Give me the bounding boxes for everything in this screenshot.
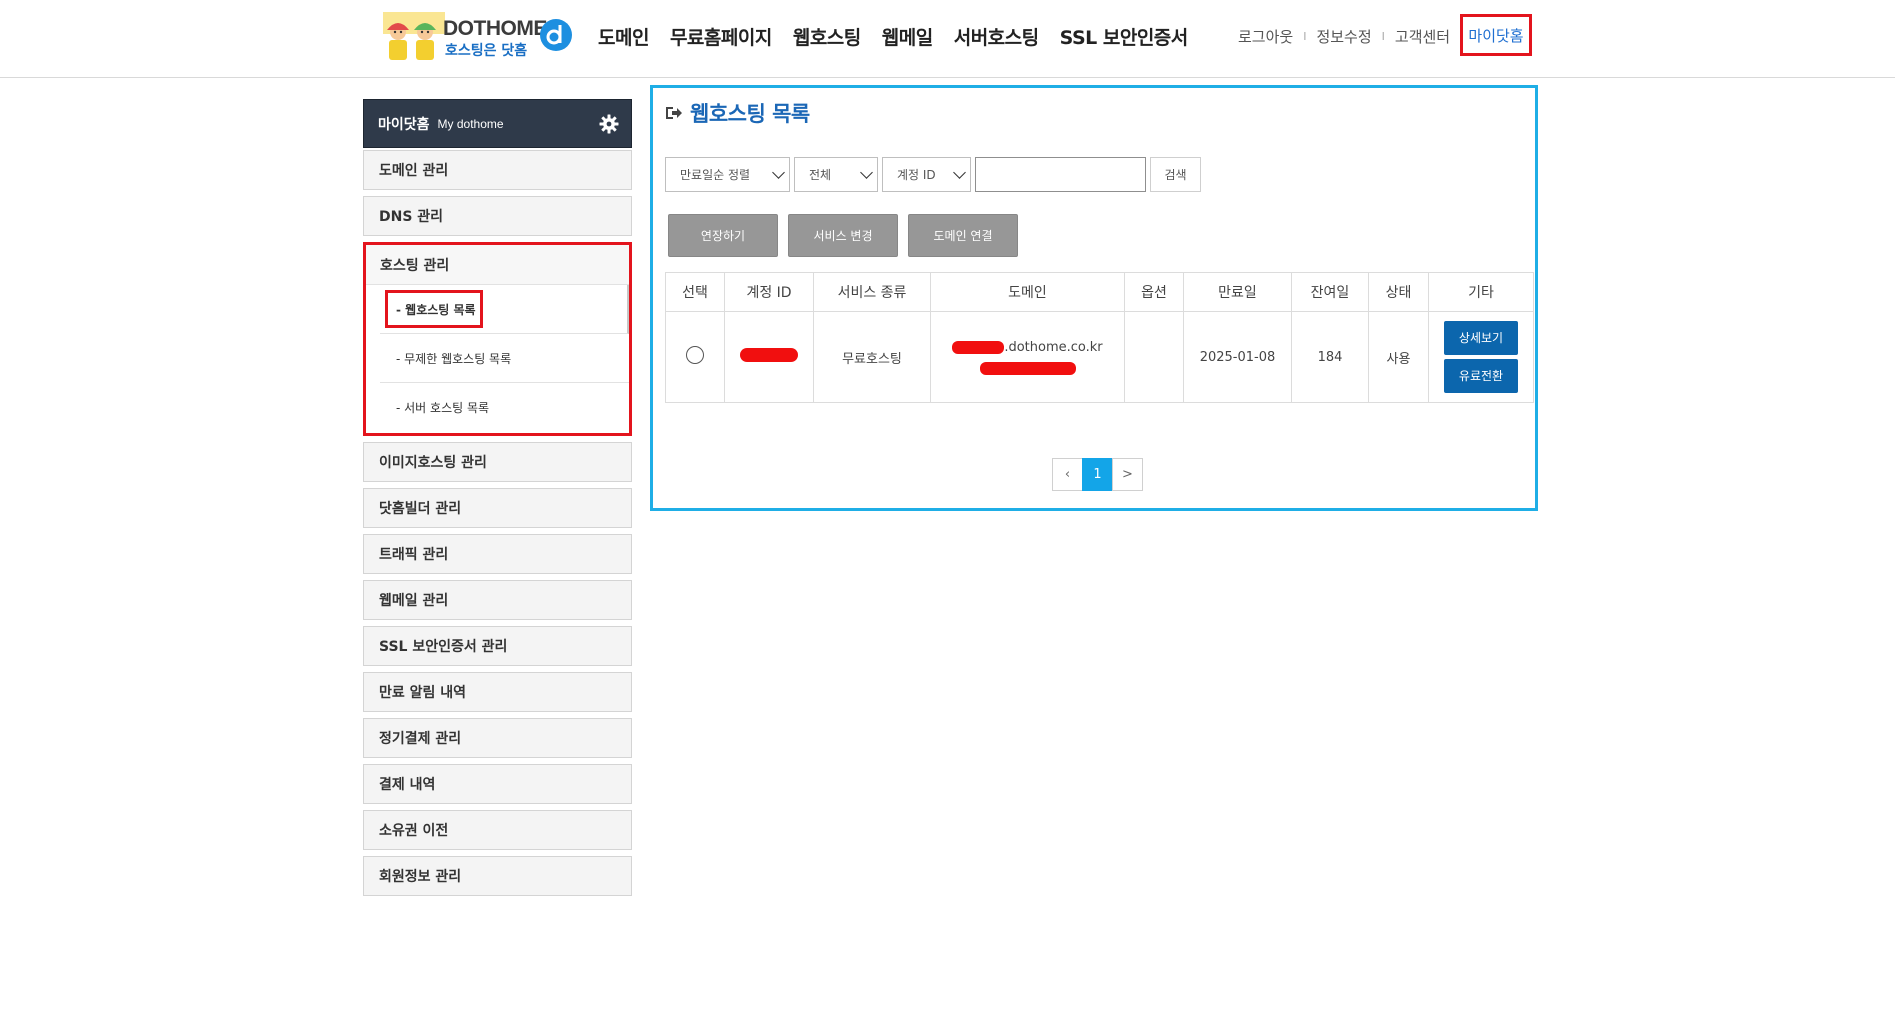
field-select[interactable]: 계정 ID [882,157,971,192]
page-title-text: 웹호스팅 목록 [690,102,810,126]
type-select-value: 전체 [809,168,832,182]
nav-webmail[interactable]: 웹메일 [882,23,933,50]
nav-web-hosting[interactable]: 웹호스팅 [793,23,861,50]
edit-info-link[interactable]: 정보수정 [1316,26,1371,47]
sidebar-item-hosting[interactable]: 호스팅 관리 [366,245,629,285]
mydothome-link[interactable]: 마이닷홈 [1468,25,1523,46]
search-button[interactable]: 검색 [1150,157,1201,192]
util-separator: I [1303,30,1307,43]
hosting-table: 선택 계정 ID 서비스 종류 도메인 옵션 만료일 잔여일 상태 기타 무료호… [665,272,1534,403]
logo-brand-text: DOTHOME [443,17,547,40]
remaining-cell: 184 [1291,311,1369,403]
gear-icon[interactable] [599,114,619,134]
sidebar-subitem-server-hosting-list[interactable]: - 서버 호스팅 목록 [380,383,629,431]
nav-free-homepage[interactable]: 무료홈페이지 [670,23,772,50]
sidebar-subitem-unlimited-hosting-list[interactable]: - 무제한 웹호스팅 목록 [380,334,629,383]
sidebar-item-builder[interactable]: 닷홈빌더 관리 [363,488,632,528]
table-row: 무료호스팅 .dothome.co.kr 2025-01-08 184 사용 상… [665,311,1534,403]
col-etc: 기타 [1428,272,1534,312]
col-option: 옵션 [1124,272,1184,312]
sort-select[interactable]: 만료일순 정렬 [665,157,790,192]
connect-domain-button[interactable]: 도메인 연결 [908,214,1018,257]
kids-mascot-icon [383,12,445,60]
type-select[interactable]: 전체 [794,157,878,192]
col-account-id: 계정 ID [724,272,814,312]
sidebar-item-payment-history[interactable]: 결제 내역 [363,764,632,804]
table-header-row: 선택 계정 ID 서비스 종류 도메인 옵션 만료일 잔여일 상태 기타 [665,272,1534,312]
sidebar-item-image-hosting[interactable]: 이미지호스팅 관리 [363,442,632,482]
signout-arrow-icon [666,107,682,119]
next-page-button[interactable]: > [1112,458,1143,491]
status-cell: 사용 [1368,311,1429,403]
sidebar-item-member-info[interactable]: 회원정보 관리 [363,856,632,896]
col-expiry: 만료일 [1183,272,1292,312]
logo-slogan-text: 호스팅은 닷홈 [445,43,528,59]
convert-paid-button[interactable]: 유료전환 [1444,359,1518,393]
page-1-button[interactable]: 1 [1082,458,1113,491]
row-select-radio[interactable] [686,346,704,364]
sidebar-item-expiry-alerts[interactable]: 만료 알림 내역 [363,672,632,712]
redacted-domain-prefix [952,340,1005,354]
sidebar-subtitle: My dothome [437,116,504,131]
domain-cell: .dothome.co.kr [930,311,1125,403]
main-nav: 도메인 무료홈페이지 웹호스팅 웹메일 서버호스팅 SSL 보안인증서 [598,23,1188,50]
sidebar-title: 마이닷홈 [378,116,430,133]
top-header: DOTHOME 호스팅은 닷홈 도메인 무료홈페이지 웹호스팅 웹메일 서버호스… [0,0,1895,78]
expiry-cell: 2025-01-08 [1183,311,1292,403]
col-status: 상태 [1368,272,1429,312]
nav-ssl-certificate[interactable]: SSL 보안인증서 [1060,23,1189,50]
logout-link[interactable]: 로그아웃 [1238,26,1293,47]
nav-server-hosting[interactable]: 서버호스팅 [954,23,1039,50]
sidebar: 마이닷홈 My dothome 도메인 관리 DNS 관리 호스팅 관리 - 웹… [363,99,632,896]
redacted-account-id [740,348,798,362]
dothome-logo[interactable]: DOTHOME 호스팅은 닷홈 [381,12,573,62]
customer-center-link[interactable]: 고객센터 [1395,26,1450,47]
extend-button[interactable]: 연장하기 [668,214,778,257]
sidebar-item-domain[interactable]: 도메인 관리 [363,150,632,190]
pagination: ‹ 1 > [1052,458,1143,491]
search-input[interactable] [975,157,1146,192]
utility-links: 로그아웃 I 정보수정 I 고객센터 [1238,26,1450,47]
sidebar-item-traffic[interactable]: 트래픽 관리 [363,534,632,574]
active-subitem-highlight [385,290,483,328]
field-select-value: 계정 ID [897,168,936,182]
sidebar-item-ownership-transfer[interactable]: 소유권 이전 [363,810,632,850]
nav-domain[interactable]: 도메인 [598,23,649,50]
etc-cell: 상세보기 유료전환 [1428,311,1534,403]
service-type-cell: 무료호스팅 [813,311,931,403]
filter-bar: 만료일순 정렬 전체 계정 ID 검색 [665,157,1201,192]
sidebar-item-webmail[interactable]: 웹메일 관리 [363,580,632,620]
prev-page-button[interactable]: ‹ [1052,458,1083,491]
detail-button[interactable]: 상세보기 [1444,321,1518,355]
chevron-down-icon [772,166,785,179]
select-cell [665,311,725,403]
sidebar-item-recurring-payment[interactable]: 정기결제 관리 [363,718,632,758]
option-cell [1124,311,1184,403]
sidebar-header: 마이닷홈 My dothome [363,99,632,148]
change-service-button[interactable]: 서비스 변경 [788,214,898,257]
col-select: 선택 [665,272,725,312]
account-id-cell [724,311,814,403]
chevron-down-icon [953,166,966,179]
sidebar-item-dns[interactable]: DNS 관리 [363,196,632,236]
sidebar-subitem-web-hosting-list[interactable]: - 웹호스팅 목록 [380,285,629,334]
mydothome-highlight: 마이닷홈 [1460,14,1532,56]
action-buttons: 연장하기 서비스 변경 도메인 연결 [668,214,1018,257]
util-separator: I [1381,30,1385,43]
sort-select-value: 만료일순 정렬 [680,168,751,182]
col-domain: 도메인 [930,272,1125,312]
col-service-type: 서비스 종류 [813,272,931,312]
dothome-d-icon [540,19,572,51]
sidebar-item-ssl[interactable]: SSL 보안인증서 관리 [363,626,632,666]
redacted-domain-extra [979,361,1076,375]
domain-suffix: .dothome.co.kr [1004,339,1103,355]
hosting-group-highlight: 호스팅 관리 - 웹호스팅 목록 - 무제한 웹호스팅 목록 - 서버 호스팅 … [363,242,632,436]
page-title: 웹호스팅 목록 [664,98,810,128]
col-remaining: 잔여일 [1291,272,1369,312]
web-hosting-list-panel: 웹호스팅 목록 만료일순 정렬 전체 계정 ID 검색 연장하기 서비스 변경 … [650,85,1538,511]
chevron-down-icon [860,166,873,179]
